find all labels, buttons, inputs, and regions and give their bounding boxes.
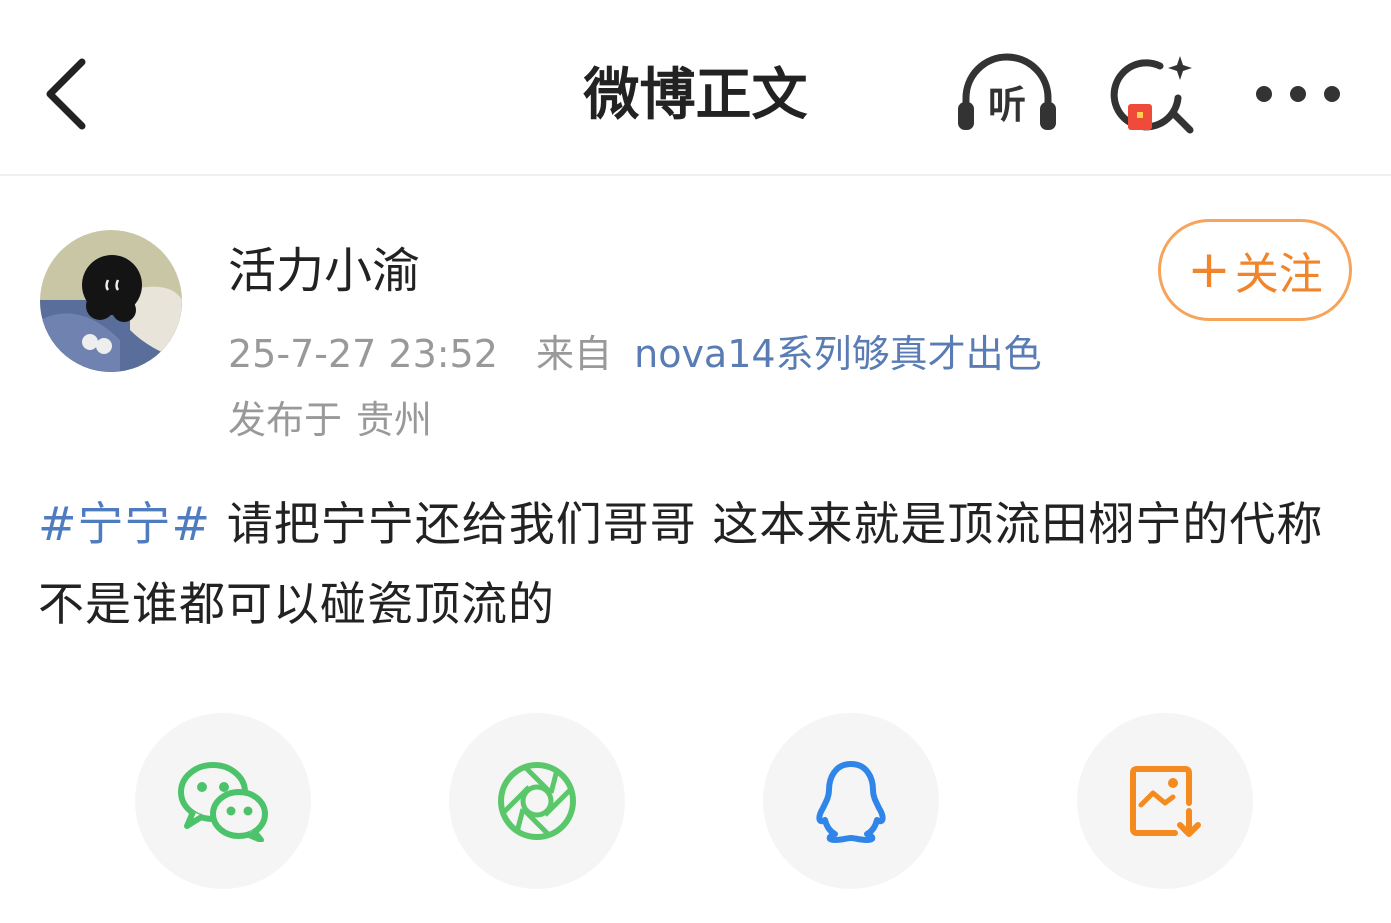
top-nav-bar: 微博正文 听 xyxy=(0,0,1391,176)
author-avatar[interactable] xyxy=(40,230,182,372)
post-content: #宁宁# 请把宁宁还给我们哥哥 这本来就是顶流田栩宁的代称 不是谁都可以碰瓷顶流… xyxy=(38,484,1358,644)
more-options-button[interactable] xyxy=(1250,70,1346,118)
source-prefix: 来自 xyxy=(536,332,613,376)
more-dot-icon xyxy=(1256,86,1272,102)
listen-button[interactable]: 听 xyxy=(952,48,1062,138)
save-image-icon xyxy=(1130,766,1201,837)
more-dot-icon xyxy=(1324,86,1340,102)
qq-icon xyxy=(816,761,886,843)
headphones-icon: 听 xyxy=(958,53,1056,130)
moments-icon xyxy=(498,762,576,840)
follow-label: 关注 xyxy=(1234,249,1323,300)
source-device-link[interactable]: nova14系列够真才出色 xyxy=(634,332,1041,376)
follow-button[interactable]: + 关注 xyxy=(1158,219,1352,321)
save-image-button[interactable] xyxy=(1077,713,1253,889)
post-location: 发布于 贵州 xyxy=(228,392,432,448)
post-timestamp: 25-7-27 23:52 xyxy=(228,332,498,376)
wechat-icon xyxy=(178,762,268,842)
plus-icon: + xyxy=(1187,240,1231,300)
location-value: 贵州 xyxy=(356,398,433,442)
post-meta: 25-7-27 23:52 来自 nova14系列够真才出色 xyxy=(228,326,1042,382)
share-moments-button[interactable] xyxy=(449,713,625,889)
location-prefix: 发布于 xyxy=(228,398,343,442)
more-dot-icon xyxy=(1290,86,1306,102)
author-name[interactable]: 活力小渝 xyxy=(228,236,420,306)
share-qq-button[interactable] xyxy=(763,713,939,889)
search-sparkle-icon xyxy=(1110,56,1194,134)
avatar-image xyxy=(40,230,182,372)
topic-hashtag-link[interactable]: #宁宁# xyxy=(38,497,211,551)
post-text: 请把宁宁还给我们哥哥 这本来就是顶流田栩宁的代称 不是谁都可以碰瓷顶流的 xyxy=(38,497,1324,631)
svg-text:听: 听 xyxy=(988,83,1026,127)
smart-search-button[interactable] xyxy=(1108,48,1204,144)
share-wechat-button[interactable] xyxy=(135,713,311,889)
